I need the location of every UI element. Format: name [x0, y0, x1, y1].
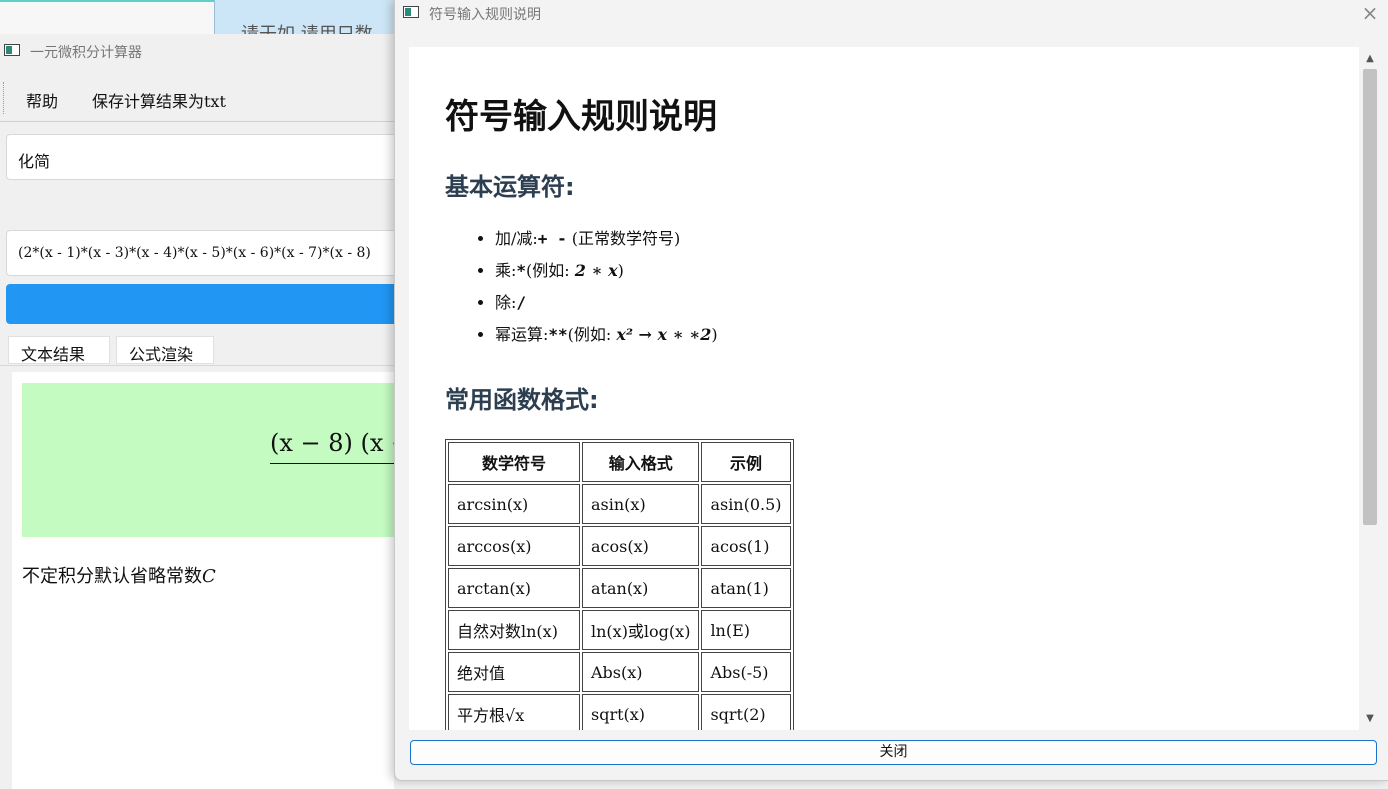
page-title: 符号输入规则说明: [445, 97, 717, 137]
operation-select[interactable]: 化简: [6, 134, 394, 180]
table-cell: asin(x): [582, 484, 700, 524]
table-cell: sqrt(2): [701, 694, 791, 730]
table-row: 平方根√x sqrt(x) sqrt(2): [448, 694, 791, 730]
calculator-titlebar: 一元微积分计算器: [0, 34, 394, 66]
table-header: 输入格式: [582, 442, 700, 482]
table-cell: ln(E): [701, 610, 791, 650]
integration-constant-symbol: C: [202, 566, 216, 587]
table-cell: atan(x): [582, 568, 700, 608]
table-cell: sqrt(x): [582, 694, 700, 730]
toolbar-grip: [3, 82, 6, 114]
tab-formula-render[interactable]: 公式渲染: [116, 336, 214, 364]
function-format-table: 数学符号 输入格式 示例 arcsin(x) asin(x) asin(0.5)…: [445, 439, 794, 730]
list-item: 幂运算:**(例如: x² → x ∗ ∗2): [495, 319, 718, 351]
expression-input[interactable]: (2*(x - 1)*(x - 3)*(x - 4)*(x - 5)*(x - …: [6, 230, 394, 276]
operation-value: 化简: [18, 152, 51, 171]
formula-render-box: (x − 8) (x −: [22, 383, 394, 537]
table-row: arccos(x) acos(x) acos(1): [448, 526, 791, 566]
table-cell: acos(x): [582, 526, 700, 566]
scroll-down-arrow-icon[interactable]: ▼: [1361, 711, 1379, 727]
table-cell: 绝对值: [448, 652, 580, 692]
menu-save-txt[interactable]: 保存计算结果为txt: [92, 88, 226, 112]
scrollbar-thumb[interactable]: [1363, 69, 1377, 525]
table-cell: arcsin(x): [448, 484, 580, 524]
table-row: arcsin(x) asin(x) asin(0.5): [448, 484, 791, 524]
scroll-up-arrow-icon[interactable]: ▲: [1361, 51, 1379, 67]
content-scrollbar[interactable]: ▲ ▼: [1361, 47, 1379, 730]
table-cell: 平方根√x: [448, 694, 580, 730]
background-window-partial: 请于如 请用只数: [214, 0, 394, 34]
table-cell: 自然对数ln(x): [448, 610, 580, 650]
table-cell: arctan(x): [448, 568, 580, 608]
expression-value: (2*(x - 1)*(x - 3)*(x - 4)*(x - 5)*(x - …: [18, 245, 371, 261]
table-header-row: 数学符号 输入格式 示例: [448, 442, 791, 482]
formula-preview: (x − 8) (x −: [270, 429, 394, 457]
operator-list: 加/减:+ - (正常数学符号) 乘:*(例如: 2 ∗ x) 除:/ 幂运算:…: [445, 223, 718, 351]
app-window-icon: [4, 44, 20, 56]
dialog-content: 符号输入规则说明 基本运算符: 加/减:+ - (正常数学符号) 乘:*(例如:…: [409, 47, 1359, 730]
close-icon[interactable]: ×: [1357, 2, 1383, 26]
background-window-text: 请于如 请用只数: [241, 20, 373, 34]
result-panel: (x − 8) (x − 不定积分默认省略常数C: [12, 372, 394, 789]
menubar-divider: [0, 121, 394, 122]
section-common-functions: 常用函数格式:: [445, 386, 599, 414]
calculate-button[interactable]: [6, 284, 394, 324]
calculator-title: 一元微积分计算器: [30, 45, 142, 61]
table-cell: atan(1): [701, 568, 791, 608]
dialog-window-icon: [403, 6, 419, 18]
table-header: 数学符号: [448, 442, 580, 482]
table-header: 示例: [701, 442, 791, 482]
dialog-title: 符号输入规则说明: [429, 7, 541, 23]
menu-help[interactable]: 帮助: [26, 88, 58, 112]
table-cell: Abs(-5): [701, 652, 791, 692]
fraction-line: [270, 463, 394, 464]
table-cell: acos(1): [701, 526, 791, 566]
section-basic-operators: 基本运算符:: [445, 173, 575, 201]
tabbar-divider: [0, 365, 394, 366]
list-item: 乘:*(例如: 2 ∗ x): [495, 255, 718, 287]
integration-note-text: 不定积分默认省略常数: [22, 566, 202, 587]
background-window-left: [0, 0, 214, 34]
table-row: arctan(x) atan(x) atan(1): [448, 568, 791, 608]
table-cell: arccos(x): [448, 526, 580, 566]
table-cell: ln(x)或log(x): [582, 610, 700, 650]
close-button[interactable]: 关闭: [410, 740, 1377, 765]
integration-note: 不定积分默认省略常数C: [22, 562, 216, 588]
table-cell: Abs(x): [582, 652, 700, 692]
tab-text-result[interactable]: 文本结果: [8, 336, 110, 364]
dialog-titlebar: 符号输入规则说明 ×: [395, 0, 1388, 28]
list-item: 加/减:+ - (正常数学符号): [495, 223, 718, 255]
table-cell: asin(0.5): [701, 484, 791, 524]
list-item: 除:/: [495, 287, 718, 319]
symbol-rules-dialog: 符号输入规则说明 × 符号输入规则说明 基本运算符: 加/减:+ - (正常数学…: [394, 0, 1388, 781]
table-row: 自然对数ln(x) ln(x)或log(x) ln(E): [448, 610, 791, 650]
table-row: 绝对值 Abs(x) Abs(-5): [448, 652, 791, 692]
calculator-window: 一元微积分计算器 帮助 保存计算结果为txt 化简 (2*(x - 1)*(x …: [0, 34, 394, 789]
menubar: 帮助 保存计算结果为txt: [0, 80, 394, 118]
